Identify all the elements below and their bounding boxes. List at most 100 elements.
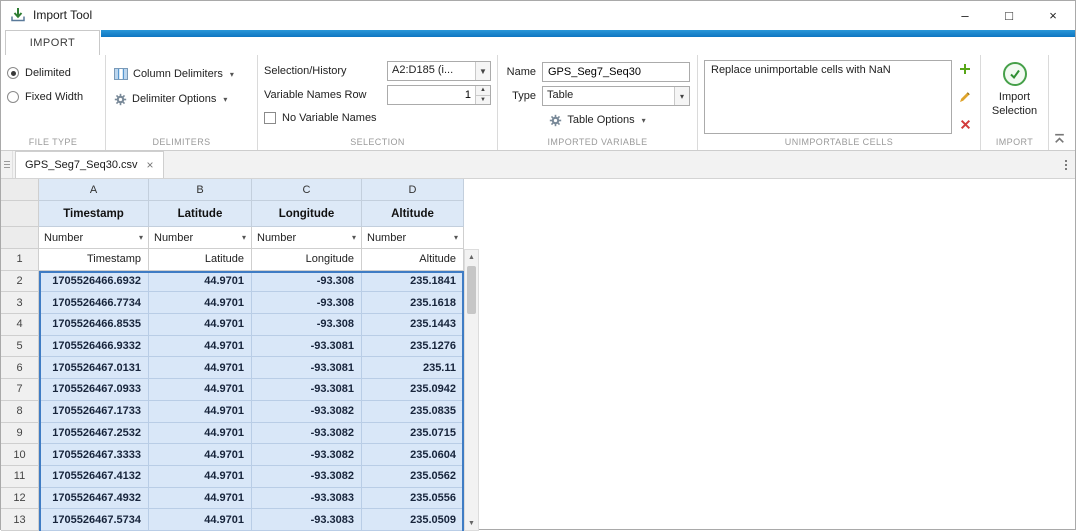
unimportable-rules-list[interactable]: Replace unimportable cells with NaN (704, 60, 952, 134)
table-options-dropdown[interactable]: Table Options ▾ (504, 109, 691, 131)
type-dropdown-column-b[interactable]: Number▾ (149, 227, 252, 249)
cell[interactable]: -93.3082 (252, 423, 362, 445)
cell[interactable]: 1705526467.4932 (39, 488, 149, 510)
variable-names-row-input[interactable] (388, 86, 475, 104)
import-selection-button[interactable]: Import Selection (987, 60, 1042, 137)
scroll-up-icon[interactable]: ▲ (465, 250, 478, 264)
document-tab-csv[interactable]: GPS_Seg7_Seq30.csv × (15, 151, 164, 178)
delete-rule-button[interactable] (956, 117, 974, 132)
scrollbar-thumb[interactable] (467, 266, 476, 314)
cell[interactable]: 44.9701 (149, 466, 252, 488)
cell[interactable]: 235.0562 (362, 466, 464, 488)
selection-history-combo[interactable]: A2:D185 (i... ▼ (387, 61, 491, 81)
cell[interactable]: 235.0715 (362, 423, 464, 445)
delimiter-options-dropdown[interactable]: Delimiter Options ▾ (112, 88, 229, 110)
cell[interactable]: 235.1276 (362, 336, 464, 358)
cell[interactable]: 1705526466.7734 (39, 292, 149, 314)
cell[interactable]: 1705526467.0933 (39, 379, 149, 401)
cell[interactable]: 44.9701 (149, 423, 252, 445)
column-header-d[interactable]: D (362, 179, 464, 201)
close-button[interactable]: × (1031, 1, 1075, 29)
cell[interactable]: 44.9701 (149, 444, 252, 466)
cell[interactable]: 1705526466.6932 (39, 271, 149, 293)
type-dropdown-column-c[interactable]: Number▾ (252, 227, 362, 249)
pencil-icon (959, 91, 971, 103)
cell[interactable]: 235.1618 (362, 292, 464, 314)
scroll-down-icon[interactable]: ▼ (465, 516, 478, 530)
type-dropdown-value: Number (154, 232, 242, 244)
cell[interactable]: -93.308 (252, 314, 362, 336)
cell[interactable]: 235.0556 (362, 488, 464, 510)
chevron-down-icon[interactable]: ▼ (475, 62, 490, 80)
cell[interactable]: 44.9701 (149, 357, 252, 379)
cell[interactable]: -93.3083 (252, 488, 362, 510)
cell[interactable]: 1705526467.4132 (39, 466, 149, 488)
add-rule-button[interactable] (956, 61, 974, 76)
cell[interactable]: 235.0604 (362, 444, 464, 466)
cell[interactable]: 44.9701 (149, 271, 252, 293)
cell[interactable]: -93.308 (252, 271, 362, 293)
plus-icon (959, 63, 971, 75)
collapse-ribbon-button[interactable] (1051, 130, 1068, 147)
cell[interactable]: 235.0509 (362, 509, 464, 531)
column-header-c[interactable]: C (252, 179, 362, 201)
tab-overflow-menu-icon[interactable] (1065, 160, 1067, 170)
vertical-scrollbar[interactable]: ▲ ▼ (464, 249, 479, 531)
radio-fixed-width[interactable]: Fixed Width (7, 86, 99, 108)
maximize-button[interactable]: □ (987, 1, 1031, 29)
cell[interactable]: 1705526466.9332 (39, 336, 149, 358)
cell[interactable]: 44.9701 (149, 488, 252, 510)
spinner-down-icon[interactable]: ▼ (476, 96, 490, 105)
cell[interactable]: 1705526467.1733 (39, 401, 149, 423)
column-delimiters-dropdown[interactable]: Column Delimiters ▾ (112, 63, 236, 85)
column-header-b[interactable]: B (149, 179, 252, 201)
cell[interactable]: 44.9701 (149, 379, 252, 401)
cell[interactable]: 1705526467.3333 (39, 444, 149, 466)
cell[interactable]: 235.11 (362, 357, 464, 379)
cell[interactable]: -93.3082 (252, 401, 362, 423)
type-dropdown-column-d[interactable]: Number▾ (362, 227, 464, 249)
cell[interactable]: 44.9701 (149, 336, 252, 358)
cell[interactable]: 1705526467.0131 (39, 357, 149, 379)
table-row: 111705526467.413244.9701-93.3082235.0562 (1, 466, 480, 488)
spinner-up-icon[interactable]: ▲ (476, 86, 490, 96)
cell[interactable]: 44.9701 (149, 509, 252, 531)
section-import: Import Selection IMPORT (981, 55, 1049, 150)
type-dropdown[interactable]: Table ▾ (542, 86, 690, 106)
cell[interactable]: Timestamp (39, 249, 149, 271)
minimize-button[interactable]: – (943, 1, 987, 29)
radio-delimited[interactable]: Delimited (7, 62, 99, 84)
cell[interactable]: -93.3081 (252, 357, 362, 379)
cell[interactable]: 1705526467.2532 (39, 423, 149, 445)
scrollbar-track[interactable] (465, 264, 478, 516)
cell[interactable]: -93.3083 (252, 509, 362, 531)
cell[interactable]: -93.3081 (252, 336, 362, 358)
edit-rule-button[interactable] (956, 89, 974, 104)
cell[interactable]: 1705526467.5734 (39, 509, 149, 531)
cell[interactable]: 235.0835 (362, 401, 464, 423)
column-header-a[interactable]: A (39, 179, 149, 201)
cell[interactable]: 44.9701 (149, 314, 252, 336)
cell[interactable]: 44.9701 (149, 401, 252, 423)
close-tab-icon[interactable]: × (147, 158, 154, 172)
type-dropdown-column-a[interactable]: Number▾ (39, 227, 149, 249)
chevron-down-icon: ▾ (139, 233, 143, 242)
cell[interactable]: Altitude (362, 249, 464, 271)
cell[interactable]: -93.3081 (252, 379, 362, 401)
cell[interactable]: -93.3082 (252, 466, 362, 488)
variable-name-input[interactable] (542, 62, 690, 82)
cell[interactable]: 235.0942 (362, 379, 464, 401)
section-delimiters: Column Delimiters ▾ Delimiter Options ▾ … (106, 55, 258, 150)
cell[interactable]: 1705526466.8535 (39, 314, 149, 336)
cell[interactable]: -93.3082 (252, 444, 362, 466)
tab-import[interactable]: IMPORT (5, 30, 100, 55)
cell[interactable]: Latitude (149, 249, 252, 271)
cell[interactable]: -93.308 (252, 292, 362, 314)
cell[interactable]: 44.9701 (149, 292, 252, 314)
name-label: Name (504, 66, 536, 78)
panel-grip-icon[interactable] (1, 151, 13, 178)
cell[interactable]: 235.1841 (362, 271, 464, 293)
cell[interactable]: 235.1443 (362, 314, 464, 336)
no-variable-names-checkbox[interactable]: No Variable Names (264, 108, 491, 128)
cell[interactable]: Longitude (252, 249, 362, 271)
